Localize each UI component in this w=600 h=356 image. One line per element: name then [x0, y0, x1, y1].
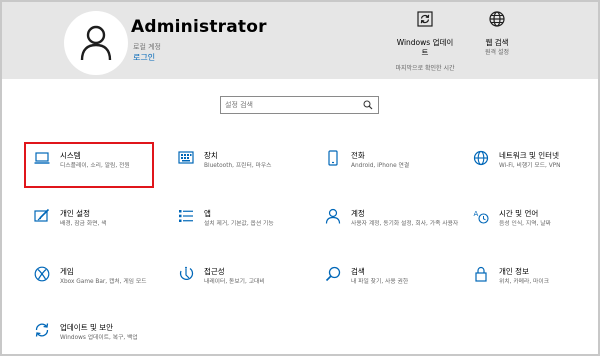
- time-language-icon: A: [474, 210, 489, 224]
- tile-desc: 음성 인식, 지역, 날짜: [499, 221, 551, 227]
- keyboard-icon: [178, 151, 194, 164]
- tile-title: 계정: [351, 209, 365, 218]
- tile-update-security[interactable]: 업데이트 및 보안 Windows 업데이트, 복구, 백업: [34, 322, 174, 354]
- header-windows-update[interactable]: Windows 업데이트 마지막으로 확인한 시간: [394, 10, 456, 73]
- update-sync-icon: [35, 323, 49, 337]
- header-web-search-title: 웹 검색: [485, 38, 509, 47]
- tile-desc: Bluetooth, 프린터, 마우스: [204, 163, 272, 169]
- globe-network-icon: [473, 150, 489, 166]
- tile-desc: 사용자 계정, 동기화 설정, 회사, 가족 사용자: [351, 221, 459, 227]
- tile-title: 업데이트 및 보안: [60, 323, 114, 332]
- header-web-search[interactable]: 웹 검색 원격 설정: [474, 10, 520, 57]
- tile-network[interactable]: 네트워크 및 인터넷 Wi-Fi, 비행기 모드, VPN: [473, 150, 598, 196]
- tile-desc: Xbox Game Bar, 캡처, 게임 모드: [60, 279, 147, 285]
- person-icon: [325, 208, 341, 224]
- tile-desc: 설치 제거, 기본값, 옵션 기능: [204, 221, 274, 227]
- tile-desc: Windows 업데이트, 복구, 백업: [60, 335, 138, 341]
- tile-accounts[interactable]: 계정 사용자 계정, 동기화 설정, 회사, 가족 사용자: [325, 208, 465, 254]
- search-icon: [325, 266, 341, 282]
- user-name: Administrator: [131, 17, 267, 37]
- globe-icon: [489, 11, 505, 27]
- highlight-box: [24, 142, 154, 188]
- tile-time-language[interactable]: A 시간 및 언어 음성 인식, 지역, 날짜: [473, 208, 598, 254]
- tile-title: 시간 및 언어: [499, 209, 539, 218]
- header-windows-update-title: Windows 업데이트: [396, 38, 454, 57]
- settings-header: Administrator 로컬 계정 로그인 Windows 업데이트 마지막…: [2, 2, 598, 79]
- windows-update-icon: [417, 11, 433, 27]
- phone-icon: [328, 150, 338, 166]
- avatar[interactable]: [64, 11, 128, 75]
- tile-desc: Wi-Fi, 비행기 모드, VPN: [499, 163, 561, 169]
- tile-desc: 배경, 잠금 화면, 색: [60, 221, 107, 227]
- settings-window: Administrator 로컬 계정 로그인 Windows 업데이트 마지막…: [2, 2, 598, 354]
- tile-title: 개인 설정: [60, 209, 90, 218]
- signin-link[interactable]: 로그인: [133, 52, 155, 63]
- search-icon: [363, 100, 373, 110]
- tile-desc: Android, iPhone 연결: [351, 163, 410, 169]
- xbox-icon: [34, 266, 50, 282]
- tile-privacy[interactable]: 개인 정보 위치, 카메라, 마이크: [473, 266, 598, 312]
- lock-icon: [475, 266, 487, 282]
- tile-title: 검색: [351, 267, 365, 276]
- tile-title: 전화: [351, 151, 365, 160]
- tile-title: 앱: [204, 209, 211, 218]
- tile-title: 게임: [60, 267, 74, 276]
- header-windows-update-sub: 마지막으로 확인한 시간: [395, 65, 455, 72]
- tile-title: 접근성: [204, 267, 225, 276]
- paint-brush-icon: [34, 208, 50, 222]
- tile-phone[interactable]: 전화 Android, iPhone 연결: [325, 150, 465, 196]
- header-web-search-sub: 원격 설정: [485, 49, 509, 56]
- tile-desc: 내레이터, 돋보기, 고대비: [204, 279, 265, 285]
- search-input[interactable]: [225, 98, 355, 112]
- tile-desc: 내 파일 찾기, 사용 권한: [351, 279, 409, 285]
- account-type: 로컬 계정: [133, 43, 161, 51]
- tile-search[interactable]: 검색 내 파일 찾기, 사용 권한: [325, 266, 465, 312]
- tile-apps[interactable]: 앱 설치 제거, 기본값, 옵션 기능: [178, 208, 318, 254]
- settings-search-box[interactable]: [220, 96, 379, 114]
- tile-title: 네트워크 및 인터넷: [499, 151, 559, 160]
- user-icon: [80, 25, 112, 61]
- tile-desc: 위치, 카메라, 마이크: [499, 279, 550, 285]
- tile-gaming[interactable]: 게임 Xbox Game Bar, 캡처, 게임 모드: [34, 266, 174, 312]
- svg-text:A: A: [474, 210, 479, 218]
- tile-personalization[interactable]: 개인 설정 배경, 잠금 화면, 색: [34, 208, 174, 254]
- tile-title: 개인 정보: [499, 267, 529, 276]
- tile-title: 장치: [204, 151, 218, 160]
- tile-ease-of-access[interactable]: 접근성 내레이터, 돋보기, 고대비: [178, 266, 318, 312]
- apps-list-icon: [179, 210, 193, 222]
- ease-of-access-icon: [179, 266, 194, 280]
- tile-devices[interactable]: 장치 Bluetooth, 프린터, 마우스: [178, 150, 318, 196]
